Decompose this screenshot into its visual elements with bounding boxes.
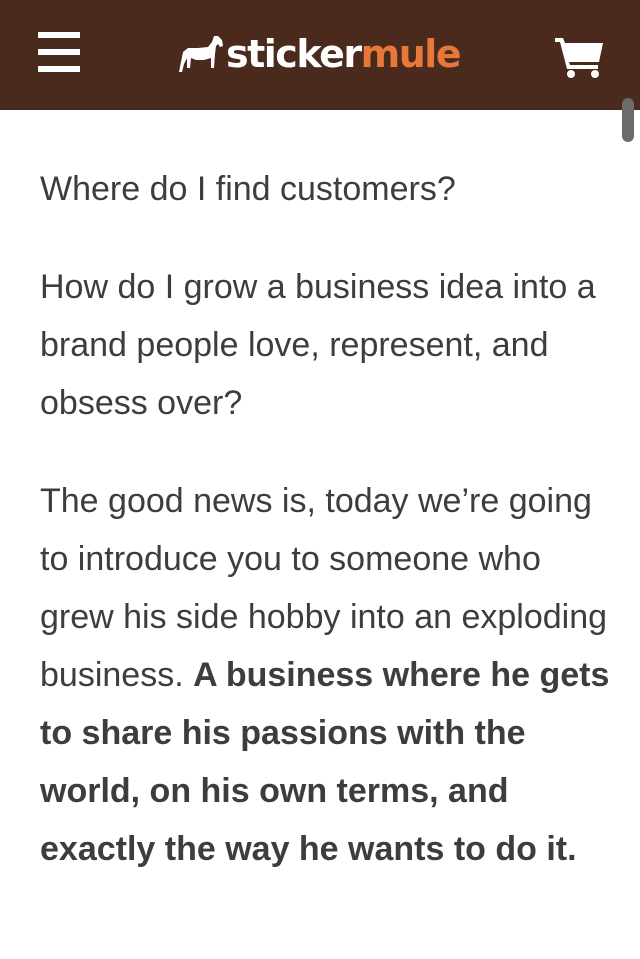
stickermule-logo[interactable]: stickermule	[178, 26, 462, 82]
logo-word-mule: mule	[360, 32, 462, 76]
hamburger-menu-icon[interactable]	[38, 32, 80, 72]
menu-line	[38, 49, 80, 55]
shopping-cart-icon[interactable]	[555, 36, 605, 78]
article-paragraph: How do I grow a business idea into a bra…	[40, 268, 596, 422]
scrollbar-thumb[interactable]	[622, 98, 634, 142]
article-paragraph: The good news is, today we’re going to i…	[40, 472, 620, 878]
menu-line	[38, 32, 80, 38]
menu-line	[38, 66, 80, 72]
article-body: Where do I find customers? How do I grow…	[40, 160, 620, 918]
mule-icon	[179, 36, 223, 72]
top-navigation-bar: stickermule	[0, 0, 640, 110]
article-paragraph: Where do I find customers?	[40, 170, 456, 208]
logo-word-sticker: sticker	[226, 32, 362, 76]
logo-wordmark: stickermule	[226, 32, 462, 76]
